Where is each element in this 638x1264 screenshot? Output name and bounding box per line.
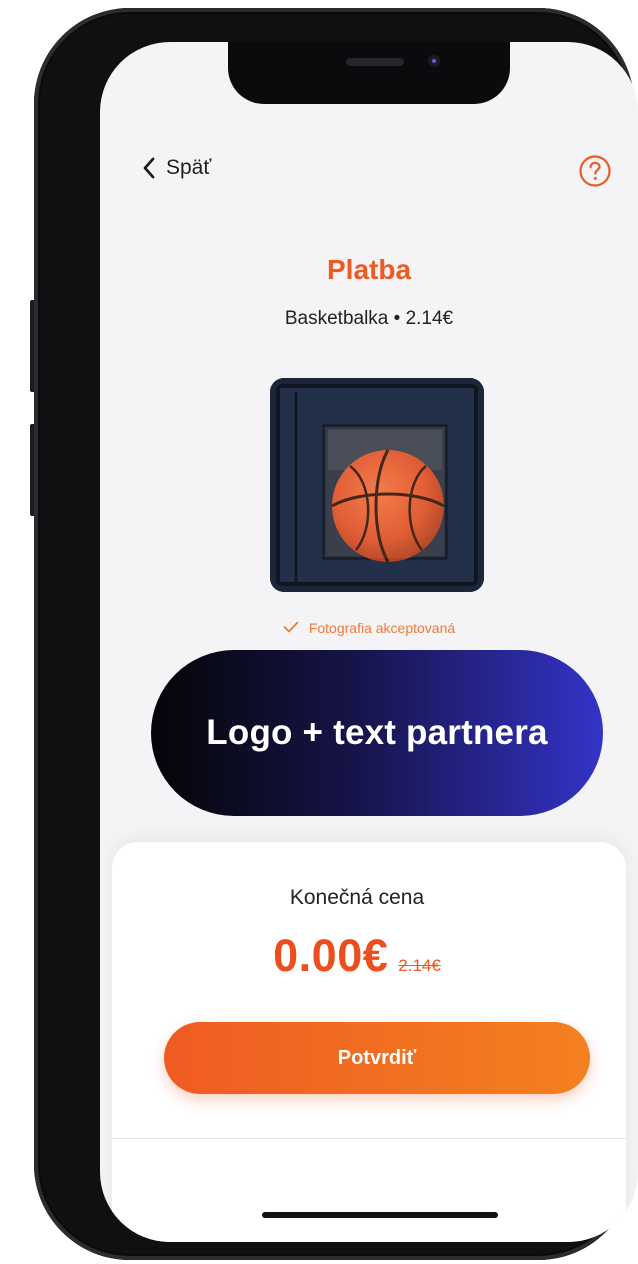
product-photo xyxy=(270,378,484,592)
phone-notch xyxy=(228,42,510,104)
partner-banner: Logo + text partnera xyxy=(151,650,603,816)
home-indicator xyxy=(262,1212,498,1218)
phone-frame: Späť Platba Basketbalka • 2.14€ Fotograf… xyxy=(34,8,638,1260)
page-title: Platba xyxy=(326,254,412,285)
question-circle-icon xyxy=(578,155,612,192)
divider xyxy=(112,1138,626,1139)
confirm-button[interactable]: Potvrdiť xyxy=(164,1022,590,1094)
photo-status-label: Fotografia akceptovaná xyxy=(308,620,456,636)
price-row: 0.00€ 2.14€ xyxy=(100,930,614,982)
check-icon xyxy=(283,620,299,636)
help-button[interactable] xyxy=(578,154,612,188)
back-label: Späť xyxy=(166,156,212,179)
photo-status: Fotografia akceptovaná xyxy=(100,620,638,636)
speaker-grille xyxy=(346,58,404,66)
chevron-left-icon xyxy=(142,156,156,180)
original-price: 2.14€ xyxy=(398,956,441,975)
final-price-label: Konečná cena xyxy=(289,886,425,909)
front-camera xyxy=(428,55,440,67)
back-button[interactable]: Späť xyxy=(142,156,211,180)
partner-banner-text: Logo + text partnera xyxy=(206,713,548,752)
product-subtitle: Basketbalka • 2.14€ xyxy=(284,308,454,329)
final-price: 0.00€ xyxy=(273,930,389,981)
phone-screen: Späť Platba Basketbalka • 2.14€ Fotograf… xyxy=(100,42,638,1242)
